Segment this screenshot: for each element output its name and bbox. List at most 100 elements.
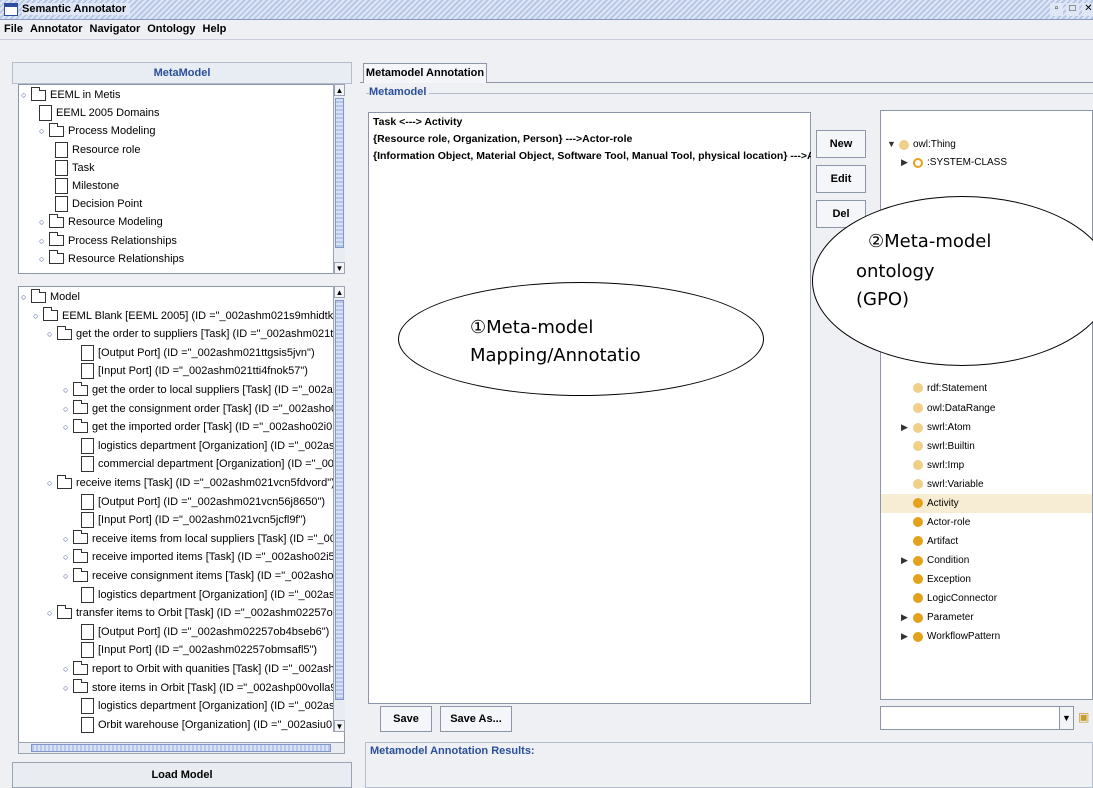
- scroll-up-icon[interactable]: ▲: [334, 84, 345, 96]
- scroll-down-icon[interactable]: ▼: [334, 720, 345, 732]
- tree-expander-icon[interactable]: ○: [47, 325, 57, 343]
- ontology-node[interactable]: Exception: [881, 570, 1092, 589]
- tree-node[interactable]: ○ get the order to local suppliers [Task]…: [63, 381, 338, 399]
- scroll-thumb[interactable]: [335, 98, 344, 248]
- save-as-button[interactable]: Save As...: [440, 706, 512, 732]
- ontology-node[interactable]: Artifact: [881, 532, 1092, 551]
- tree-expander-icon[interactable]: ○: [63, 418, 73, 436]
- metamodel-tree[interactable]: ○ EEML in Metis EEML 2005 Domains ○ Process …: [18, 84, 345, 274]
- mapping-list[interactable]: Task <---> Activity {Resource role, Orga…: [368, 112, 811, 704]
- tree-node[interactable]: logistics department [Organization] (ID …: [81, 697, 343, 715]
- chevron-down-icon[interactable]: ▼: [1059, 707, 1073, 729]
- tree-expander-icon[interactable]: ○: [63, 400, 73, 418]
- tree-node[interactable]: Resource role: [55, 141, 140, 159]
- tree-node[interactable]: [Output Port] (ID ="_002ashm021vcn56j865…: [81, 493, 325, 511]
- menu-file[interactable]: File: [0, 20, 26, 35]
- tree-node[interactable]: ○ receive items [Task] (ID ="_002ashm021v…: [47, 474, 335, 492]
- tree-node[interactable]: [Input Port] (ID ="_002ashm02257obmsafl5…: [81, 641, 317, 659]
- model-scrollbar[interactable]: ▲ ▼: [333, 286, 345, 732]
- menu-ontology[interactable]: Ontology: [143, 20, 198, 35]
- tree-node[interactable]: ○ get the order to suppliers [Task] (ID =…: [47, 325, 339, 343]
- tree-node[interactable]: logistics department [Organization] (ID …: [81, 586, 343, 604]
- tree-node[interactable]: [Output Port] (ID ="_002ashm02257ob4bseb…: [81, 623, 329, 641]
- ontology-node[interactable]: swrl:Imp: [881, 456, 1092, 475]
- tree-node[interactable]: ○ EEML Blank [EEML 2005] (ID ="_002ashm02…: [33, 307, 344, 325]
- ontology-node[interactable]: swrl:Variable: [881, 475, 1092, 494]
- tree-node[interactable]: [Input Port] (ID ="_002ashm021tti4fnok57…: [81, 362, 308, 380]
- scroll-thumb[interactable]: [335, 300, 344, 700]
- tree-expander-icon[interactable]: ○: [47, 474, 57, 492]
- tab-metamodel-annotation[interactable]: Metamodel Annotation: [363, 63, 487, 83]
- ontology-node[interactable]: ▶ WorkflowPattern: [881, 627, 1092, 646]
- ontology-node[interactable]: rdf:Statement: [881, 379, 1092, 398]
- metamodel-scrollbar[interactable]: ▲ ▼: [333, 84, 345, 274]
- tree-expander-icon[interactable]: ○: [39, 122, 49, 140]
- ontology-root[interactable]: ▼ owl:Thing: [881, 135, 1092, 154]
- ontology-search-combo[interactable]: ▼: [880, 706, 1074, 730]
- ontology-node[interactable]: ▶ swrl:Atom: [881, 418, 1092, 437]
- maximize-icon[interactable]: □: [1066, 3, 1079, 16]
- tree-node[interactable]: logistics department [Organization] (ID …: [81, 437, 343, 455]
- tree-node[interactable]: ○ Process Modeling: [39, 122, 155, 140]
- tree-expander-icon[interactable]: ○: [63, 548, 73, 566]
- tree-node[interactable]: Orbit warehouse [Organization] (ID ="_00…: [81, 716, 344, 734]
- ontology-node[interactable]: ▶ Parameter: [881, 608, 1092, 627]
- expand-triangle-icon[interactable]: ▶: [901, 608, 913, 627]
- expand-triangle-icon[interactable]: ▼: [887, 135, 899, 154]
- tree-node[interactable]: ○ EEML in Metis: [21, 86, 121, 104]
- tree-node[interactable]: ○ Process Relationships: [39, 232, 177, 250]
- tree-expander-icon[interactable]: ○: [63, 567, 73, 585]
- tree-expander-icon[interactable]: ○: [33, 307, 43, 325]
- minimize-icon[interactable]: ▫: [1050, 3, 1063, 16]
- tree-node[interactable]: ○ store items in Orbit [Task] (ID ="_002a…: [63, 679, 339, 697]
- close-icon[interactable]: ✕: [1082, 3, 1093, 16]
- tree-expander-icon[interactable]: ○: [63, 381, 73, 399]
- expand-triangle-icon[interactable]: ▶: [901, 153, 913, 172]
- tree-node[interactable]: [Input Port] (ID ="_002ashm021vcn5jcfl9f…: [81, 511, 306, 529]
- tree-node[interactable]: ○ Model: [21, 288, 80, 306]
- menu-annotator[interactable]: Annotator: [26, 20, 86, 35]
- tree-expander-icon[interactable]: ○: [39, 232, 49, 250]
- expand-triangle-icon[interactable]: ▶: [901, 627, 913, 646]
- scroll-up-icon[interactable]: ▲: [334, 286, 345, 298]
- tree-node[interactable]: ○ get the consignment order [Task] (ID ="…: [63, 400, 337, 418]
- tree-expander-icon[interactable]: ○: [47, 604, 57, 622]
- scroll-thumb[interactable]: [31, 744, 331, 752]
- tree-node[interactable]: ○ report to Orbit with quanities [Task] (…: [63, 660, 341, 678]
- tree-expander-icon[interactable]: ○: [21, 288, 31, 306]
- scroll-down-icon[interactable]: ▼: [334, 262, 345, 274]
- tree-node[interactable]: ○ receive consignment items [Task] (ID ="…: [63, 567, 340, 585]
- model-tree[interactable]: ○ Model ○ EEML Blank [EEML 2005] (ID ="_002…: [18, 286, 345, 744]
- save-button[interactable]: Save: [380, 706, 432, 732]
- tree-node[interactable]: ○ transfer items to Orbit [Task] (ID ="_0…: [47, 604, 339, 622]
- ontology-node[interactable]: ▶ Condition: [881, 551, 1092, 570]
- ontology-node[interactable]: Actor-role: [881, 513, 1092, 532]
- tree-node[interactable]: ○ get the imported order [Task] (ID ="_00…: [63, 418, 338, 436]
- model-hscrollbar[interactable]: [18, 742, 345, 754]
- tree-node[interactable]: ○ receive items from local suppliers [Tas…: [63, 530, 336, 548]
- ontology-node[interactable]: LogicConnector: [881, 589, 1092, 608]
- mapping-item[interactable]: Task <---> Activity: [373, 116, 462, 128]
- edit-button[interactable]: Edit: [816, 165, 866, 193]
- tree-node[interactable]: Decision Point: [55, 195, 142, 213]
- ontology-node[interactable]: ▶:SYSTEM-CLASS: [881, 153, 1092, 172]
- mapping-item[interactable]: {Resource role, Organization, Person} --…: [373, 133, 632, 145]
- tree-node[interactable]: [Output Port] (ID ="_002ashm021ttgsis5jv…: [81, 344, 315, 362]
- tree-expander-icon[interactable]: ○: [63, 530, 73, 548]
- tree-node[interactable]: ○ Resource Relationships: [39, 250, 184, 268]
- tree-node[interactable]: Task: [55, 159, 95, 177]
- find-icon[interactable]: ▣: [1078, 710, 1089, 724]
- menu-help[interactable]: Help: [199, 20, 230, 35]
- expand-triangle-icon[interactable]: ▶: [901, 551, 913, 570]
- load-model-button[interactable]: Load Model: [12, 762, 352, 788]
- tree-node[interactable]: Milestone: [55, 177, 119, 195]
- tree-node[interactable]: ○ Resource Modeling: [39, 213, 163, 231]
- expand-triangle-icon[interactable]: ▶: [901, 418, 913, 437]
- mapping-item[interactable]: {Information Object, Material Object, So…: [373, 150, 811, 162]
- menu-navigator[interactable]: Navigator: [86, 20, 144, 35]
- ontology-node[interactable]: owl:DataRange: [881, 399, 1092, 418]
- tree-expander-icon[interactable]: ○: [39, 213, 49, 231]
- ontology-node[interactable]: swrl:Builtin: [881, 437, 1092, 456]
- tree-expander-icon[interactable]: ○: [63, 660, 73, 678]
- tree-expander-icon[interactable]: ○: [39, 250, 49, 268]
